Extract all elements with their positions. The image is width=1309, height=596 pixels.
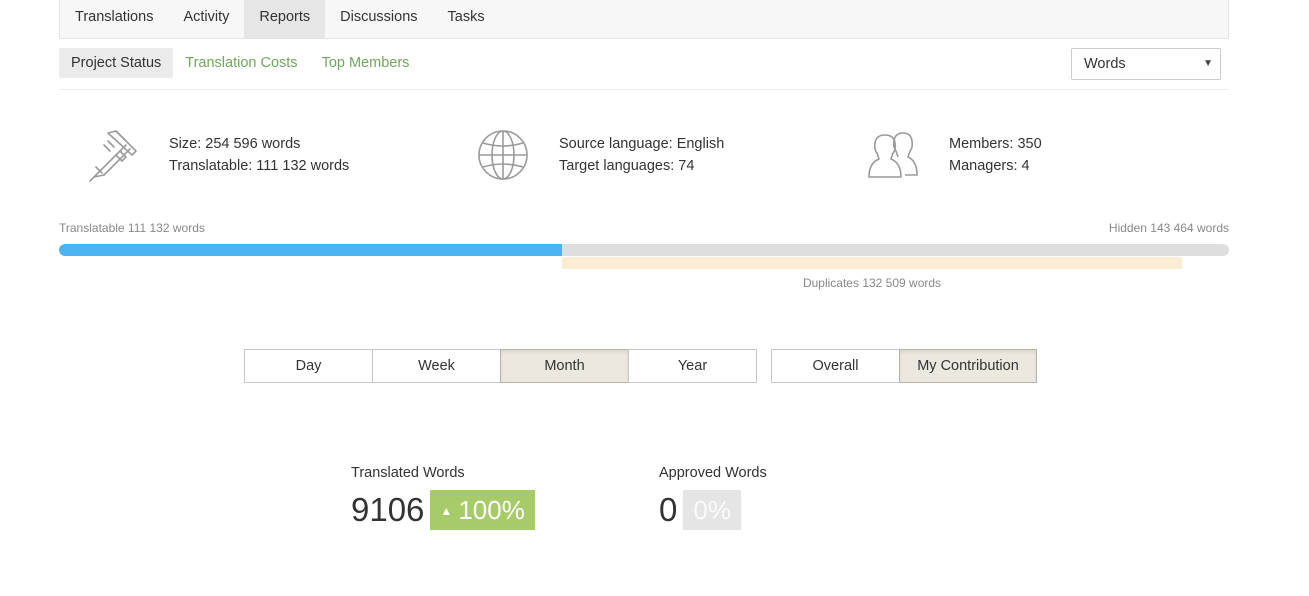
top-nav: Translations Activity Reports Discussion… [59,0,1229,39]
tab-activity[interactable]: Activity [168,0,244,38]
approved-change-value: 0% [693,495,731,525]
scope-overall-button[interactable]: Overall [771,349,900,383]
tab-discussions[interactable]: Discussions [325,0,432,38]
divider [59,89,1229,90]
language-stat-text: Source language: English Target language… [559,133,724,177]
translated-change-badge: ▲ 100% [430,490,535,530]
scope-button-group: Overall My Contribution [771,349,1037,383]
unit-select-value: Words [1084,56,1126,72]
unit-select[interactable]: Words ▼ [1071,48,1221,80]
period-day-button[interactable]: Day [244,349,373,383]
subtab-project-status[interactable]: Project Status [59,48,174,78]
managers-value: Managers: 4 [949,158,1030,174]
chevron-down-icon: ▼ [1203,58,1213,69]
scope-my-contribution-button[interactable]: My Contribution [899,349,1037,383]
language-stat: Source language: English Target language… [475,127,724,183]
period-week-button[interactable]: Week [372,349,501,383]
tab-reports[interactable]: Reports [244,0,326,38]
source-language-value: Source language: English [559,136,725,152]
approved-words-label: Approved Words [659,465,767,481]
period-year-button[interactable]: Year [628,349,757,383]
size-stat: Size: 254 596 words Translatable: 111 13… [86,127,349,183]
translated-change-value: 100% [458,495,525,525]
arrow-up-icon: ▲ [440,504,453,518]
tab-translations[interactable]: Translations [60,0,168,38]
translatable-value: Translatable: 111 132 words [169,158,350,174]
translatable-label: Translatable 111 132 words [59,221,205,235]
translatable-progress-fill [59,244,562,256]
target-languages-value: Target languages: 74 [559,158,695,174]
approved-change-badge: 0% [683,490,741,530]
members-value: Members: 350 [949,136,1042,152]
translated-words-label: Translated Words [351,465,465,481]
approved-words-value: 0 [659,491,678,528]
hidden-label: Hidden 143 464 words [1108,221,1229,235]
translated-words-value: 9106 [351,491,425,528]
period-month-button[interactable]: Month [500,349,629,383]
subtab-top-members[interactable]: Top Members [310,48,422,78]
members-stat-text: Members: 350 Managers: 4 [949,133,1042,177]
duplicates-label: Duplicates 132 509 words [802,276,942,290]
members-stat: Members: 350 Managers: 4 [865,127,1042,183]
subtab-translation-costs[interactable]: Translation Costs [173,48,309,78]
duplicates-bar [562,257,1182,269]
approved-words-metric: Approved Words 0 0% [659,465,767,530]
progress-bar [59,244,1229,256]
caliper-icon [86,127,142,183]
members-icon [865,127,921,183]
translated-words-metric: Translated Words 9106 ▲ 100% [351,465,535,530]
tab-tasks[interactable]: Tasks [433,0,500,38]
report-subnav: Project Status Translation Costs Top Mem… [59,48,421,78]
size-value: Size: 254 596 words [169,136,301,152]
period-button-group: Day Week Month Year [244,349,757,383]
size-stat-text: Size: 254 596 words Translatable: 111 13… [169,133,349,177]
globe-icon [475,127,531,183]
